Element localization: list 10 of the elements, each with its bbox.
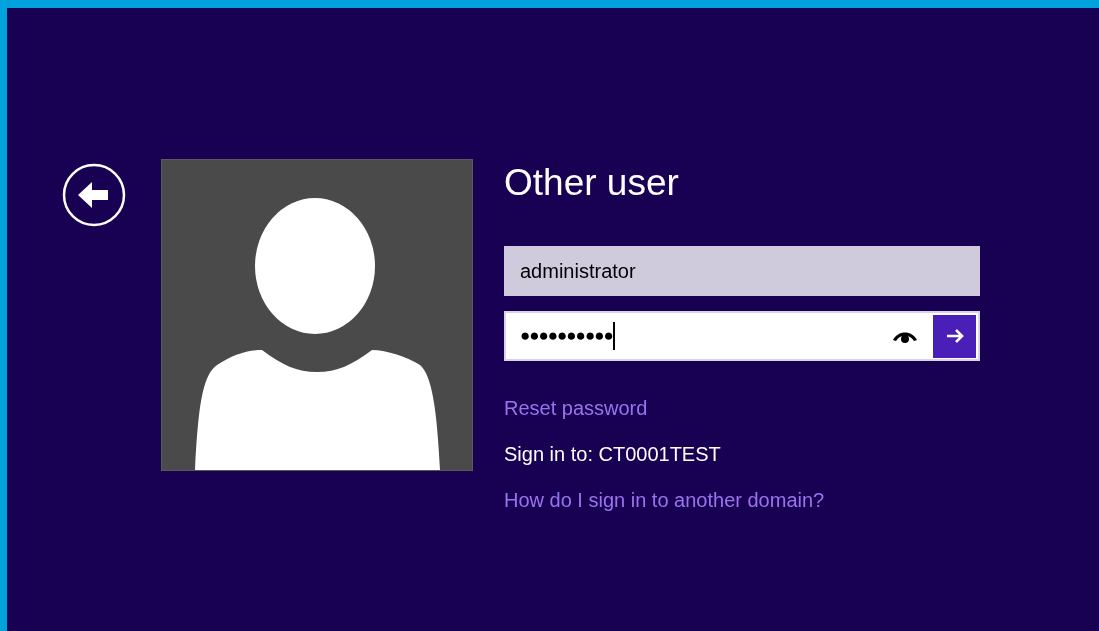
password-field[interactable]: ●●●●●●●●●● (504, 311, 980, 361)
domain-label: Sign in to: CT0001TEST (504, 442, 721, 467)
arrow-right-icon (944, 328, 965, 344)
username-field[interactable]: administrator (504, 246, 980, 296)
submit-button[interactable] (933, 314, 976, 358)
password-value: ●●●●●●●●●● (520, 325, 613, 348)
screen-title: Other user (504, 163, 680, 203)
link[interactable]: Reset password (504, 395, 648, 421)
link[interactable]: How do I sign in to another domain? (504, 487, 825, 513)
back-button[interactable] (62, 163, 126, 227)
